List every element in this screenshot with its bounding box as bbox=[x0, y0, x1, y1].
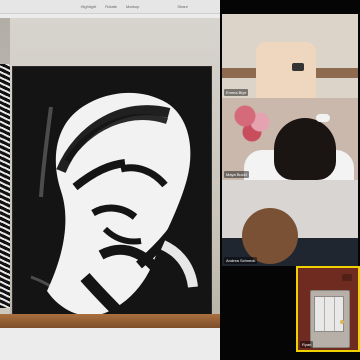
participant-name-label: Ryan bbox=[300, 341, 314, 348]
highlight-button[interactable]: Highlight bbox=[81, 4, 97, 9]
participant-name-label: Andrea Schneck bbox=[224, 257, 258, 264]
camera-icon bbox=[342, 274, 352, 281]
participant-video bbox=[242, 208, 298, 264]
edge-of-other-print bbox=[0, 64, 10, 308]
participant-video bbox=[256, 42, 316, 98]
participant-tile-andrea-schneck[interactable]: Andrea Schneck bbox=[222, 180, 358, 266]
door-knob bbox=[340, 320, 344, 324]
participant-video bbox=[274, 118, 336, 180]
rotate-button[interactable]: Rotate bbox=[105, 4, 117, 9]
participant-tile-emma-blye[interactable]: Emma Blye bbox=[222, 14, 358, 98]
zoom-gallery: Highlight Rotate Markup Share Emma Blye … bbox=[0, 0, 360, 360]
participant-name-label: Maya Bucki bbox=[224, 171, 249, 178]
linocut-portrait-art bbox=[13, 67, 211, 325]
hair-bow bbox=[316, 114, 330, 122]
wooden-desk bbox=[0, 314, 220, 328]
shared-screen[interactable]: Highlight Rotate Markup Share bbox=[0, 0, 220, 360]
background-flowers bbox=[230, 104, 272, 142]
markup-button[interactable]: Markup bbox=[126, 4, 139, 9]
image-viewer-toolbar: Highlight Rotate Markup Share bbox=[0, 0, 220, 14]
participant-tile-maya-bucki[interactable]: Maya Bucki bbox=[222, 98, 358, 180]
linocut-portrait bbox=[12, 66, 212, 326]
share-button[interactable]: Share bbox=[177, 4, 188, 9]
door-window bbox=[314, 296, 344, 332]
phone-in-hands bbox=[292, 63, 304, 71]
participant-tile-ryan-active-speaker[interactable]: Ryan bbox=[296, 266, 360, 352]
shared-photo bbox=[0, 18, 220, 328]
participant-name-label: Emma Blye bbox=[224, 89, 249, 96]
